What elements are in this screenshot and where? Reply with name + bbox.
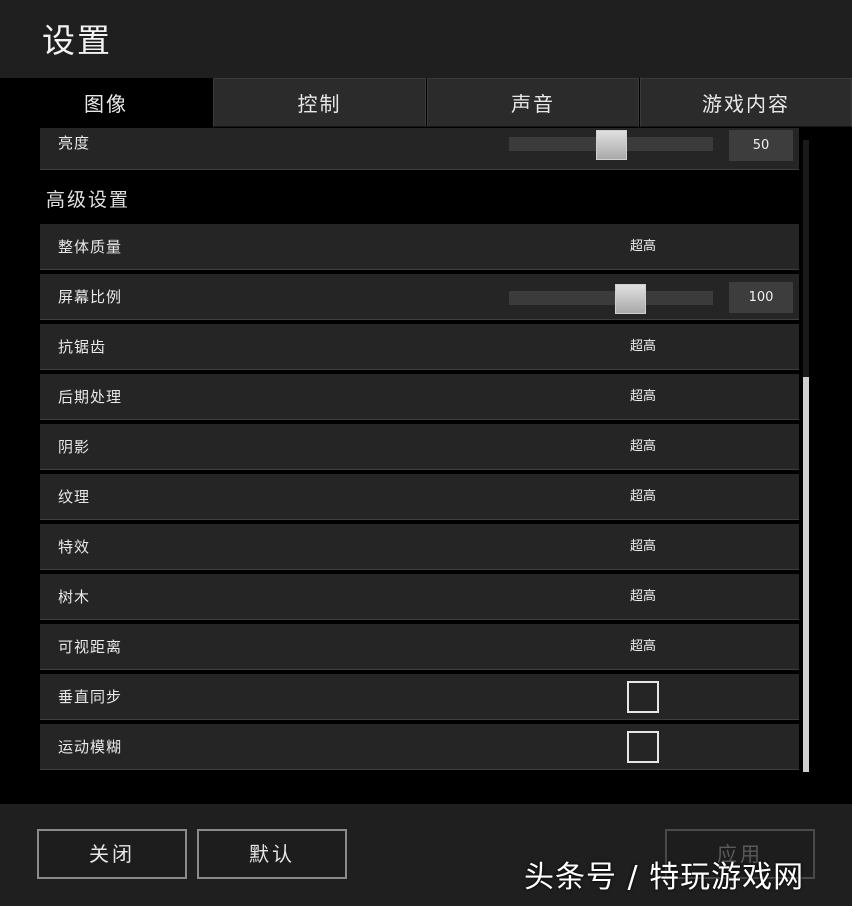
setting-value[interactable]: 超高 <box>600 474 686 520</box>
setting-row-post-processing[interactable]: 后期处理 超高 <box>40 374 799 420</box>
setting-row-vsync: 垂直同步 <box>40 674 799 720</box>
setting-value[interactable]: 超高 <box>600 574 686 620</box>
setting-row-overall-quality[interactable]: 整体质量 超高 <box>40 224 799 270</box>
tab-graphics[interactable]: 图像 <box>0 78 212 127</box>
tab-gameplay[interactable]: 游戏内容 <box>640 78 852 127</box>
setting-row-motion-blur: 运动模糊 <box>40 724 799 770</box>
setting-label: 后期处理 <box>58 388 123 406</box>
scrollbar-thumb[interactable] <box>803 377 809 772</box>
slider-handle[interactable] <box>596 130 627 160</box>
tab-controls[interactable]: 控制 <box>213 78 426 127</box>
vsync-checkbox[interactable] <box>627 681 659 713</box>
setting-row-screen-scale: 屏幕比例 100 <box>40 274 799 320</box>
setting-row-effects[interactable]: 特效 超高 <box>40 524 799 570</box>
setting-value[interactable]: 超高 <box>600 324 686 370</box>
settings-panel: 亮度 50 高级设置 整体质量 超高 屏幕比例 100 抗锯齿 超高 后期处理 … <box>0 128 852 804</box>
brightness-slider[interactable] <box>509 130 713 160</box>
title-bar: 设置 <box>0 0 852 78</box>
setting-value[interactable]: 超高 <box>600 624 686 670</box>
setting-label: 特效 <box>58 538 91 556</box>
setting-row-textures[interactable]: 纹理 超高 <box>40 474 799 520</box>
brightness-value-box[interactable]: 50 <box>729 130 793 161</box>
setting-value[interactable]: 超高 <box>600 224 686 270</box>
scrollbar[interactable] <box>803 140 809 772</box>
setting-label: 树木 <box>58 588 91 606</box>
setting-row-view-distance[interactable]: 可视距离 超高 <box>40 624 799 670</box>
setting-row-brightness: 亮度 50 <box>40 128 799 170</box>
tab-bar: 图像 控制 声音 游戏内容 <box>0 78 852 128</box>
setting-label: 纹理 <box>58 488 91 506</box>
setting-label: 亮度 <box>58 134 91 152</box>
screen-scale-slider[interactable] <box>509 284 713 314</box>
setting-value[interactable]: 超高 <box>600 374 686 420</box>
screen-scale-value-box[interactable]: 100 <box>729 282 793 313</box>
setting-label: 整体质量 <box>58 238 123 256</box>
setting-label: 阴影 <box>58 438 91 456</box>
window-title: 设置 <box>42 21 112 60</box>
slider-handle[interactable] <box>615 284 646 314</box>
setting-row-shadows[interactable]: 阴影 超高 <box>40 424 799 470</box>
setting-label: 抗锯齿 <box>58 338 107 356</box>
tab-sound[interactable]: 声音 <box>427 78 639 127</box>
setting-label: 运动模糊 <box>58 738 123 756</box>
close-button[interactable]: 关闭 <box>37 829 187 879</box>
setting-label: 可视距离 <box>58 638 123 656</box>
watermark-text: 头条号 / 特玩游戏网 <box>524 860 805 895</box>
section-title-advanced: 高级设置 <box>46 189 131 211</box>
motion-blur-checkbox[interactable] <box>627 731 659 763</box>
setting-label: 屏幕比例 <box>58 288 123 306</box>
default-button[interactable]: 默认 <box>197 829 347 879</box>
setting-value[interactable]: 超高 <box>600 524 686 570</box>
setting-label: 垂直同步 <box>58 688 123 706</box>
setting-row-anti-aliasing[interactable]: 抗锯齿 超高 <box>40 324 799 370</box>
setting-value[interactable]: 超高 <box>600 424 686 470</box>
setting-row-foliage[interactable]: 树木 超高 <box>40 574 799 620</box>
